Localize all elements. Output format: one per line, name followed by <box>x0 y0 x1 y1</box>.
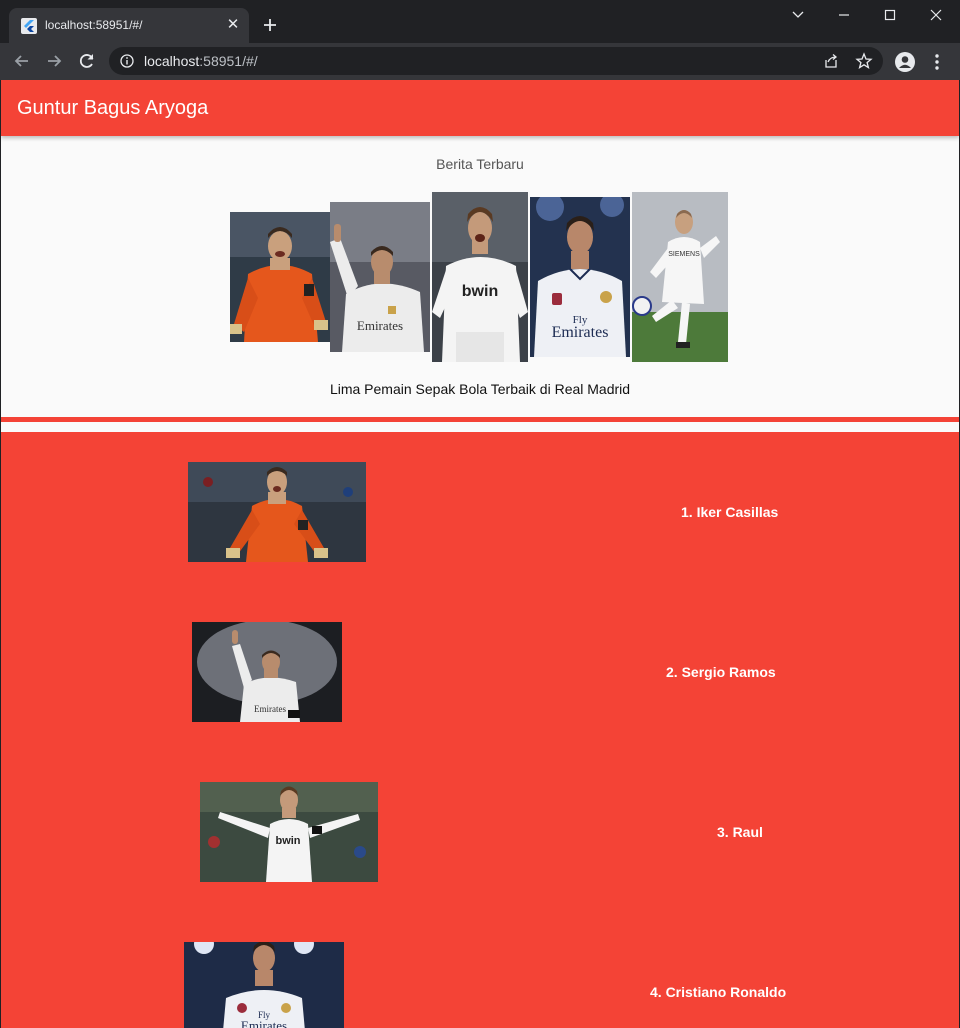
reload-icon[interactable] <box>77 51 97 71</box>
player-name-1: 1. Iker Casillas <box>681 504 779 520</box>
svg-text:bwin: bwin <box>275 835 300 847</box>
svg-text:Emirates: Emirates <box>254 704 286 714</box>
url-text[interactable]: localhost:58951/#/ <box>144 53 258 69</box>
svg-text:SIEMENS: SIEMENS <box>668 251 700 258</box>
url-host: localhost <box>144 53 200 69</box>
app-page: Guntur Bagus Aryoga Berita Terbaru Emira… <box>1 80 959 1028</box>
player-thumb-casillas <box>188 462 366 562</box>
close-tab-icon[interactable]: ✕ <box>225 17 241 33</box>
player-thumb-ramos: Emirates <box>192 622 342 722</box>
player-name-3: 3. Raul <box>717 824 763 840</box>
news-photo-ramos: Emirates <box>330 202 430 352</box>
address-bar[interactable]: localhost:58951/#/ <box>109 47 883 75</box>
browser-tab[interactable]: localhost:58951/#/ ✕ <box>9 8 249 43</box>
svg-text:Emirates: Emirates <box>552 324 609 341</box>
url-path: :58951/#/ <box>199 53 258 69</box>
news-heading: Berita Terbaru <box>436 156 524 172</box>
news-photo-zidane: SIEMENS <box>632 192 728 362</box>
new-tab-icon[interactable] <box>261 16 279 34</box>
news-photo-raul: bwin <box>432 192 528 362</box>
app-bar-title: Guntur Bagus Aryoga <box>17 97 209 119</box>
svg-text:Emirates: Emirates <box>357 318 403 333</box>
player-thumb-raul: bwin <box>200 782 378 882</box>
back-icon[interactable] <box>12 51 32 71</box>
news-caption: Lima Pemain Sepak Bola Terbaik di Real M… <box>329 381 631 397</box>
section-divider <box>1 417 959 422</box>
forward-icon[interactable] <box>44 51 64 71</box>
player-list: 1. Iker Casillas Emirates 2. Sergio Ramo… <box>1 432 959 1028</box>
news-photo-goalkeeper <box>230 212 330 342</box>
close-window-icon[interactable] <box>925 5 947 25</box>
bookmark-star-icon[interactable] <box>855 52 873 70</box>
svg-text:bwin: bwin <box>462 283 498 300</box>
site-info-icon[interactable] <box>120 54 134 68</box>
news-photo-ronaldo: Fly Emirates <box>530 197 630 357</box>
flutter-icon <box>21 18 37 34</box>
tab-search-icon[interactable] <box>787 5 809 25</box>
svg-text:Emirates: Emirates <box>241 1018 287 1028</box>
player-name-2: 2. Sergio Ramos <box>666 664 776 680</box>
minimize-icon[interactable] <box>833 5 855 25</box>
browser-menu-icon[interactable] <box>928 51 946 73</box>
tab-title: localhost:58951/#/ <box>45 18 143 32</box>
browser-tabstrip: localhost:58951/#/ ✕ <box>0 0 960 43</box>
share-icon[interactable] <box>823 53 839 69</box>
player-name-4: 4. Cristiano Ronaldo <box>650 984 787 1000</box>
browser-toolbar: localhost:58951/#/ <box>0 43 960 80</box>
app-bar: Guntur Bagus Aryoga <box>1 80 959 136</box>
player-thumb-ronaldo: Fly Emirates <box>184 942 344 1028</box>
profile-avatar-icon[interactable] <box>894 51 916 73</box>
maximize-icon[interactable] <box>879 5 901 25</box>
